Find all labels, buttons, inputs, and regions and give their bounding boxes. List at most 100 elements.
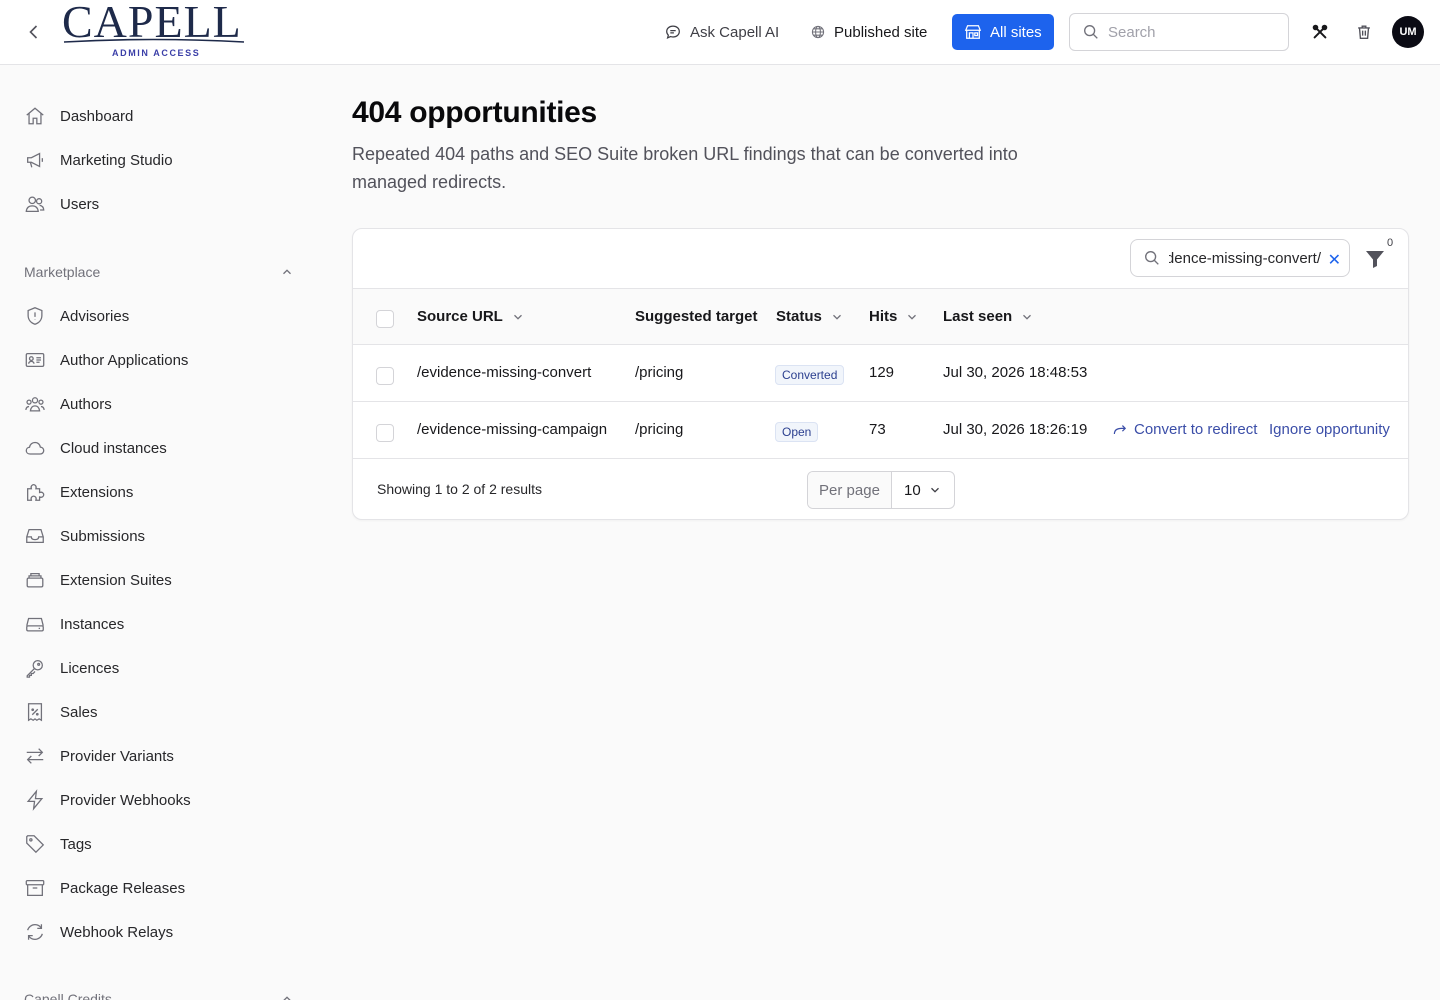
wrench-screwdriver-icon xyxy=(1312,24,1328,39)
search-icon xyxy=(1084,25,1098,39)
convert-to-redirect-label: Convert to redirect xyxy=(1134,421,1258,438)
chevron-up-icon xyxy=(283,269,291,275)
column-last-seen[interactable]: Last seen xyxy=(943,308,1034,325)
table-row[interactable]: /evidence-missing-convert /pricing Conve… xyxy=(353,345,1408,402)
sidebar-item-authors[interactable]: Authors xyxy=(24,390,112,418)
source-url-cell: /evidence-missing-convert xyxy=(417,364,592,381)
logo-swoosh-icon xyxy=(63,38,245,43)
capell-logo[interactable]: CAPELL ADMIN ACCESS xyxy=(62,0,246,62)
sidebar-item-label: Tags xyxy=(60,835,92,853)
sidebar-item-sales[interactable]: Sales xyxy=(24,698,98,726)
archive-box-icon xyxy=(25,880,45,896)
sidebar-item-users[interactable]: Users xyxy=(24,190,99,218)
column-label: Last seen xyxy=(943,308,1013,325)
column-status[interactable]: Status xyxy=(776,308,844,325)
sidebar-item-provider-webhooks[interactable]: Provider Webhooks xyxy=(24,786,191,814)
convert-to-redirect-button[interactable]: Convert to redirect xyxy=(1112,421,1257,438)
globe-icon xyxy=(811,25,825,39)
sidebar-item-cloud-instances[interactable]: Cloud instances xyxy=(24,434,167,462)
table-search[interactable]: /evidence-missing-convert ✕ xyxy=(1130,239,1350,277)
capell-credits-section-toggle[interactable]: Capell Credits xyxy=(24,987,294,1000)
column-hits[interactable]: Hits xyxy=(869,308,919,325)
global-search[interactable] xyxy=(1069,13,1289,51)
chevron-down-icon xyxy=(513,314,522,320)
last-seen-cell: Jul 30, 2026 18:48:53 xyxy=(943,364,1088,381)
table-row[interactable]: /evidence-missing-campaign /pricing Open… xyxy=(353,402,1408,459)
chevron-down-icon xyxy=(832,314,841,320)
sidebar-item-label: Dashboard xyxy=(60,107,134,125)
sidebar-item-label: Users xyxy=(60,195,100,213)
sidebar-item-marketing-studio[interactable]: Marketing Studio xyxy=(24,146,173,174)
status-badge: Open xyxy=(775,422,819,442)
row-checkbox[interactable] xyxy=(376,424,394,442)
chevron-down-icon xyxy=(908,314,917,320)
hits-cell: 129 xyxy=(869,364,895,381)
trash-icon xyxy=(1358,25,1370,39)
sidebar-item-extension-suites[interactable]: Extension Suites xyxy=(24,566,172,594)
shield-icon xyxy=(27,307,43,325)
bolt-icon xyxy=(26,789,44,811)
marketplace-section-label: Marketplace xyxy=(24,264,101,280)
published-site-button[interactable]: Published site xyxy=(810,18,927,46)
ignore-opportunity-button[interactable]: Ignore opportunity xyxy=(1269,421,1390,438)
suggested-target-cell: /pricing xyxy=(635,421,684,438)
tools-button[interactable] xyxy=(1308,20,1332,44)
global-search-input[interactable] xyxy=(1108,23,1268,41)
receipt-percent-icon xyxy=(27,703,43,722)
chevron-down-icon xyxy=(931,487,939,493)
column-label: Source URL xyxy=(417,308,503,325)
sidebar-item-webhook-relays[interactable]: Webhook Relays xyxy=(24,918,173,946)
sidebar-item-label: Provider Variants xyxy=(60,747,174,765)
row-checkbox[interactable] xyxy=(376,367,394,385)
select-all-checkbox[interactable] xyxy=(376,310,394,328)
sidebar-item-dashboard[interactable]: Dashboard xyxy=(24,102,133,130)
logo-subtitle: ADMIN ACCESS xyxy=(112,48,201,58)
megaphone-icon xyxy=(27,152,43,168)
sidebar-item-label: Webhook Relays xyxy=(60,923,174,941)
sidebar-item-label: Submissions xyxy=(60,527,146,545)
stack-icon xyxy=(26,572,44,588)
all-sites-label: All sites xyxy=(990,23,1042,41)
column-source-url[interactable]: Source URL xyxy=(417,308,525,325)
source-url-cell: /evidence-missing-campaign xyxy=(417,421,608,438)
sidebar-item-provider-variants[interactable]: Provider Variants xyxy=(24,742,174,770)
user-group-icon xyxy=(25,397,45,412)
back-button[interactable] xyxy=(22,20,46,44)
sidebar-item-label: Authors xyxy=(60,395,112,413)
sidebar-item-submissions[interactable]: Submissions xyxy=(24,522,145,550)
sidebar-item-advisories[interactable]: Advisories xyxy=(24,302,129,330)
opportunities-table-card: /evidence-missing-convert ✕ 0 Source URL… xyxy=(352,228,1409,520)
user-avatar[interactable]: UM xyxy=(1392,16,1424,48)
chevron-up-icon xyxy=(283,996,291,1000)
users-icon xyxy=(25,196,45,212)
inbox-icon xyxy=(26,528,44,544)
sidebar-item-instances[interactable]: Instances xyxy=(24,610,124,638)
marketplace-section-toggle[interactable]: Marketplace xyxy=(24,260,294,284)
sidebar-item-extensions[interactable]: Extensions xyxy=(24,478,133,506)
per-page-dropdown[interactable]: 10 xyxy=(892,472,954,508)
sidebar-item-label: Extension Suites xyxy=(60,571,172,589)
sidebar-item-tags[interactable]: Tags xyxy=(24,830,92,858)
table-search-value[interactable]: /evidence-missing-convert xyxy=(1169,250,1321,267)
sidebar-item-label: Marketing Studio xyxy=(60,151,173,169)
sidebar-item-licences[interactable]: Licences xyxy=(24,654,119,682)
chevron-down-icon xyxy=(1023,314,1032,320)
per-page-select[interactable]: Per page 10 xyxy=(807,471,955,509)
search-icon xyxy=(1145,251,1159,265)
clear-search-button[interactable]: ✕ xyxy=(1327,250,1341,270)
sidebar-item-label: Licences xyxy=(60,659,120,677)
ask-ai-button[interactable]: Ask Capell AI xyxy=(664,18,779,46)
filter-icon[interactable] xyxy=(1363,247,1387,271)
page-description: Repeated 404 paths and SEO Suite broken … xyxy=(352,144,1018,192)
trash-button[interactable] xyxy=(1352,20,1376,44)
all-sites-button[interactable]: All sites xyxy=(952,14,1054,50)
column-label: Suggested target xyxy=(635,308,758,325)
sidebar-item-label: Provider Webhooks xyxy=(60,791,191,809)
sidebar: Dashboard Marketing Studio Users Marketp… xyxy=(0,65,320,1000)
server-icon xyxy=(26,617,44,632)
cloud-icon xyxy=(25,441,45,455)
capell-credits-section-label: Capell Credits xyxy=(24,991,112,1000)
column-label: Hits xyxy=(869,308,898,325)
sidebar-item-package-releases[interactable]: Package Releases xyxy=(24,874,185,902)
sidebar-item-author-applications[interactable]: Author Applications xyxy=(24,346,188,374)
